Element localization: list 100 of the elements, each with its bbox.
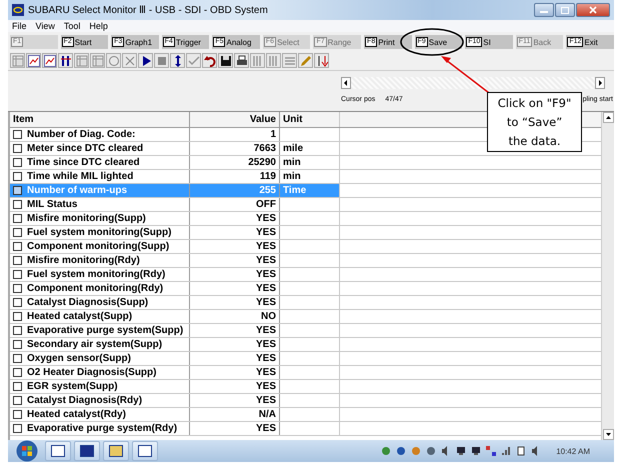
start-button[interactable] [16, 440, 38, 462]
checkbox[interactable] [13, 382, 22, 391]
table-cell: Component monitoring(Supp) [27, 240, 170, 253]
table-row[interactable]: Number of Diag. Code: 1 [10, 128, 340, 141]
toolbar-button[interactable] [170, 53, 185, 68]
checkbox[interactable] [13, 130, 22, 139]
tray-icon[interactable] [381, 446, 392, 456]
checkbox[interactable] [13, 158, 22, 167]
scroll-down-icon [602, 429, 614, 440]
checkbox[interactable] [13, 242, 22, 251]
menu-item[interactable]: Help [89, 21, 108, 31]
checkbox[interactable] [13, 326, 22, 335]
toolbar-button[interactable] [202, 53, 217, 68]
table-row[interactable]: Misfire monitoring(Rdy) YES [10, 254, 340, 267]
menu-item[interactable]: Tool [64, 21, 80, 31]
checkbox[interactable] [13, 298, 22, 307]
taskbar-button[interactable] [74, 441, 100, 461]
checkbox[interactable] [13, 312, 22, 321]
table-cell: YES [190, 338, 280, 351]
table-row[interactable]: Evaporative purge system(Rdy) YES [10, 422, 340, 435]
table-row[interactable]: Catalyst Diagnosis(Rdy) YES [10, 394, 340, 407]
table-row[interactable]: Misfire monitoring(Supp) YES [10, 212, 340, 225]
table-row[interactable]: Catalyst Diagnosis(Supp) YES [10, 296, 340, 309]
close-button[interactable] [576, 3, 610, 17]
checkbox[interactable] [13, 214, 22, 223]
column-header[interactable]: Item [10, 112, 190, 127]
table-cell: YES [190, 282, 280, 295]
checkbox[interactable] [13, 284, 22, 293]
tray-icon[interactable] [396, 446, 406, 456]
checkbox[interactable] [13, 228, 22, 237]
minimize-button[interactable] [534, 3, 554, 17]
table-row[interactable]: Heated catalyst(Rdy) N/A [10, 408, 340, 421]
toolbar-button[interactable] [58, 53, 73, 68]
table-cell: YES [190, 352, 280, 365]
checkbox[interactable] [13, 368, 22, 377]
monitor-icon[interactable] [471, 446, 482, 456]
checkbox[interactable] [13, 256, 22, 265]
taskbar-button[interactable] [103, 441, 129, 461]
table-row[interactable]: Meter since DTC cleared 7663 mile [10, 142, 340, 155]
table-cell: Secondary air system(Supp) [27, 338, 162, 351]
taskbar-button[interactable] [132, 441, 158, 461]
toolbar-button[interactable] [314, 53, 329, 68]
toolbar-button[interactable] [138, 53, 153, 68]
checkbox[interactable] [13, 186, 22, 195]
table-row[interactable]: Fuel system monitoring(Supp) YES [10, 226, 340, 239]
window-icon [51, 445, 65, 457]
table-row[interactable]: Heated catalyst(Supp) NO [10, 310, 340, 323]
toolbar-button[interactable] [218, 53, 233, 68]
checkbox[interactable] [13, 354, 22, 363]
column-header[interactable]: Unit [280, 112, 340, 127]
table-row[interactable]: Time since DTC cleared 25290 min [10, 156, 340, 169]
table-cell: YES [190, 394, 280, 407]
checkbox[interactable] [13, 396, 22, 405]
checkbox[interactable] [13, 410, 22, 419]
table-cell: YES [190, 226, 280, 239]
checkbox[interactable] [13, 200, 22, 209]
monitor-icon[interactable] [456, 446, 466, 456]
menu-item[interactable]: View [36, 21, 55, 31]
table-row[interactable]: Fuel system monitoring(Rdy) YES [10, 268, 340, 281]
table-cell: Fuel system monitoring(Rdy) [27, 268, 166, 281]
table-row[interactable]: O2 Heater Diagnosis(Supp) YES [10, 366, 340, 379]
stop-icon [156, 54, 168, 66]
network-icon[interactable] [486, 446, 496, 456]
window-icon [138, 445, 152, 457]
vertical-scrollbar[interactable] [601, 112, 614, 440]
table-cell: EGR system(Supp) [27, 380, 118, 393]
signal-icon[interactable] [501, 446, 512, 456]
table-row[interactable]: EGR system(Supp) YES [10, 380, 340, 393]
checkbox[interactable] [13, 270, 22, 279]
table-row[interactable]: MIL Status OFF [10, 198, 340, 211]
table-cell: Catalyst Diagnosis(Supp) [27, 296, 148, 309]
table-row[interactable]: Time while MIL lighted 119 min [10, 170, 340, 183]
checkbox[interactable] [13, 340, 22, 349]
columns-icon [268, 54, 280, 66]
table-row[interactable]: Oxygen sensor(Supp) YES [10, 352, 340, 365]
toolbar-button[interactable] [234, 53, 249, 68]
window-icon [109, 445, 123, 457]
checkbox[interactable] [13, 172, 22, 181]
maximize-button[interactable] [555, 3, 575, 17]
table-cell: 1 [190, 128, 280, 141]
table-row[interactable]: Component monitoring(Rdy) YES [10, 282, 340, 295]
battery-icon[interactable] [516, 446, 526, 456]
horizontal-scrollbar[interactable] [341, 77, 605, 89]
table-icon [12, 54, 24, 66]
column-header[interactable]: Value [190, 112, 280, 127]
menu-item[interactable]: File [12, 21, 27, 31]
table-row[interactable]: Component monitoring(Supp) YES [10, 240, 340, 253]
checkbox[interactable] [13, 144, 22, 153]
checkbox[interactable] [13, 424, 22, 433]
tray-icon[interactable] [426, 446, 436, 456]
chart-icon [44, 54, 56, 66]
table-cell: 119 [190, 170, 280, 183]
table-row[interactable]: Evaporative purge system(Supp) YES [10, 324, 340, 337]
sort-icon [316, 54, 328, 66]
table-cell: Heated catalyst(Rdy) [27, 408, 126, 421]
table-cell: YES [190, 380, 280, 393]
window-icon [80, 445, 94, 457]
table-cell: Heated catalyst(Supp) [27, 310, 132, 323]
taskbar-button[interactable] [45, 441, 71, 461]
table-row[interactable]: Secondary air system(Supp) YES [10, 338, 340, 351]
